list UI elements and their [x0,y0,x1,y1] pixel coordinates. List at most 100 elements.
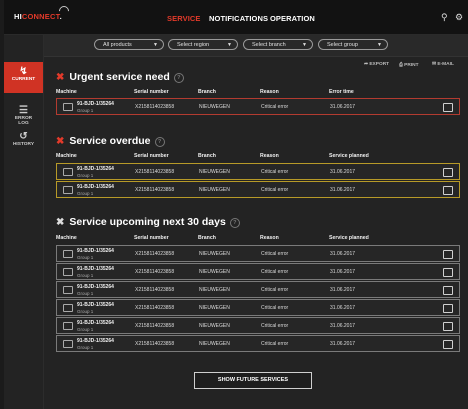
branch: NIEUWEGEN [199,169,230,175]
sidebar: ↯ CURRENT ☰ ERROR LOG ↺ HISTORY [4,35,44,409]
table-row[interactable]: 91-BJD-1/35264 Group 1 X2158114023858 NI… [56,98,460,115]
service-planned: 31.06.2017 [330,187,356,193]
sidebar-item-label: CURRENT [11,77,36,82]
search-icon[interactable]: ⚲ [441,12,448,23]
branch: NIEUWEGEN [199,341,230,347]
machine-group: Group 1 [77,191,94,196]
open-details-icon[interactable] [443,268,453,277]
reason: Critical error [261,187,289,193]
error-time: 31.06.2017 [330,104,356,110]
products-select[interactable]: All products ▼ [94,39,164,50]
machine-icon [63,250,73,258]
open-details-icon[interactable] [443,168,453,177]
open-details-icon[interactable] [443,186,453,195]
col-reason: Reason [260,235,279,241]
open-details-icon[interactable] [443,250,453,259]
gear-icon[interactable]: ⚙ [455,12,463,23]
branch: NIEUWEGEN [199,251,230,257]
table-row[interactable]: 91-BJD-1/35264 Group 1 X2158114023858 NI… [56,281,460,298]
reason: Critical error [261,305,289,311]
serial-number: X2158114023858 [135,169,175,175]
info-icon[interactable]: ? [229,218,240,228]
sidebar-item-label: HISTORY [12,142,35,147]
machine-icon [63,286,73,294]
machine-group: Group 1 [77,309,94,314]
print-button[interactable]: ⎙ PRINT [399,62,419,68]
machine-icon [63,103,73,111]
branch-select[interactable]: Select branch ▼ [243,39,313,50]
machine-id: 91-BJD-1/35264 [77,266,114,272]
col-branch: Branch [198,153,216,159]
serial-number: X2158114023858 [135,104,175,110]
nav-notifications[interactable]: NOTIFICATIONS [209,14,268,23]
info-icon[interactable]: ? [173,73,184,83]
machine-group: Group 1 [77,273,94,278]
list-icon: ☰ [19,105,28,116]
table-header: Machine Serial number Branch Reason Serv… [56,235,458,243]
table-row[interactable]: 91-BJD-1/35264 Group 1 X2158114023858 NI… [56,163,460,180]
serial-number: X2158114023858 [135,251,175,257]
export-button[interactable]: ➦ EXPORT [364,62,389,67]
col-serial: Serial number [134,235,169,241]
open-details-icon[interactable] [443,304,453,313]
reason: Critical error [261,251,289,257]
lightning-icon: ↯ [19,66,28,77]
machine-id: 91-BJD-1/35264 [77,284,114,290]
branch: NIEUWEGEN [199,323,230,329]
sidebar-item-current[interactable]: ↯ CURRENT [4,62,43,93]
logo[interactable]: HICONNECT. [14,3,72,21]
info-icon[interactable]: ? [154,137,165,147]
wrench-icon: ✖ [56,136,65,147]
section-title-urgent: ✖ Urgent service need? [56,71,184,83]
main-content: ➦ EXPORT ⎙ PRINT ✉ E-MAIL ✖ Urgent servic… [44,57,468,409]
group-select[interactable]: Select group ▼ [318,39,388,50]
col-machine: Machine [56,235,77,241]
show-future-services-button[interactable]: SHOW FUTURE SERVICES [194,372,312,389]
chevron-down-icon: ▼ [302,42,307,48]
table-row[interactable]: 91-BJD-1/35264 Group 1 X2158114023858 NI… [56,245,460,262]
open-details-icon[interactable] [443,340,453,349]
serial-number: X2158114023858 [135,269,175,275]
open-details-icon[interactable] [443,286,453,295]
serial-number: X2158114023858 [135,323,175,329]
region-select[interactable]: Select region ▼ [168,39,238,50]
sidebar-item-error-log[interactable]: ☰ ERROR LOG [4,105,43,126]
open-details-icon[interactable] [443,322,453,331]
service-planned: 31.06.2017 [330,287,356,293]
machine-icon [63,186,73,194]
reason: Critical error [261,323,289,329]
col-reason: Reason [260,89,279,95]
col-branch: Branch [198,89,216,95]
branch: NIEUWEGEN [199,269,230,275]
reason: Critical error [261,169,289,175]
col-serial: Serial number [134,153,169,159]
serial-number: X2158114023858 [135,341,175,347]
col-serial: Serial number [134,89,169,95]
table-row[interactable]: 91-BJD-1/35264 Group 1 X2158114023858 NI… [56,181,460,198]
service-planned: 31.06.2017 [330,269,356,275]
nav-operation[interactable]: OPERATION [270,14,315,23]
table-row[interactable]: 91-BJD-1/35264 Group 1 X2158114023858 NI… [56,263,460,280]
machine-id: 91-BJD-1/35264 [77,166,114,172]
table-row[interactable]: 91-BJD-1/35264 Group 1 X2158114023858 NI… [56,317,460,334]
service-planned: 31.06.2017 [330,323,356,329]
open-details-icon[interactable] [443,103,453,112]
machine-group: Group 1 [77,291,94,296]
machine-icon [63,268,73,276]
table-row[interactable]: 91-BJD-1/35264 Group 1 X2158114023858 NI… [56,299,460,316]
email-button[interactable]: ✉ E-MAIL [432,62,454,67]
col-machine: Machine [56,153,77,159]
nav-service[interactable]: SERVICE [167,14,201,23]
serial-number: X2158114023858 [135,305,175,311]
col-reason: Reason [260,153,279,159]
col-service-planned: Service planned [329,235,369,241]
reason: Critical error [261,287,289,293]
sidebar-item-history[interactable]: ↺ HISTORY [4,131,43,147]
sidebar-item-label: ERROR LOG [14,116,33,126]
service-planned: 31.06.2017 [330,169,356,175]
history-icon: ↺ [19,131,28,142]
col-machine: Machine [56,89,77,95]
machine-group: Group 1 [77,327,94,332]
table-row[interactable]: 91-BJD-1/35264 Group 1 X2158114023858 NI… [56,335,460,352]
app-window: HICONNECT. SERVICE NOTIFICATIONS OPERATI… [4,0,468,409]
